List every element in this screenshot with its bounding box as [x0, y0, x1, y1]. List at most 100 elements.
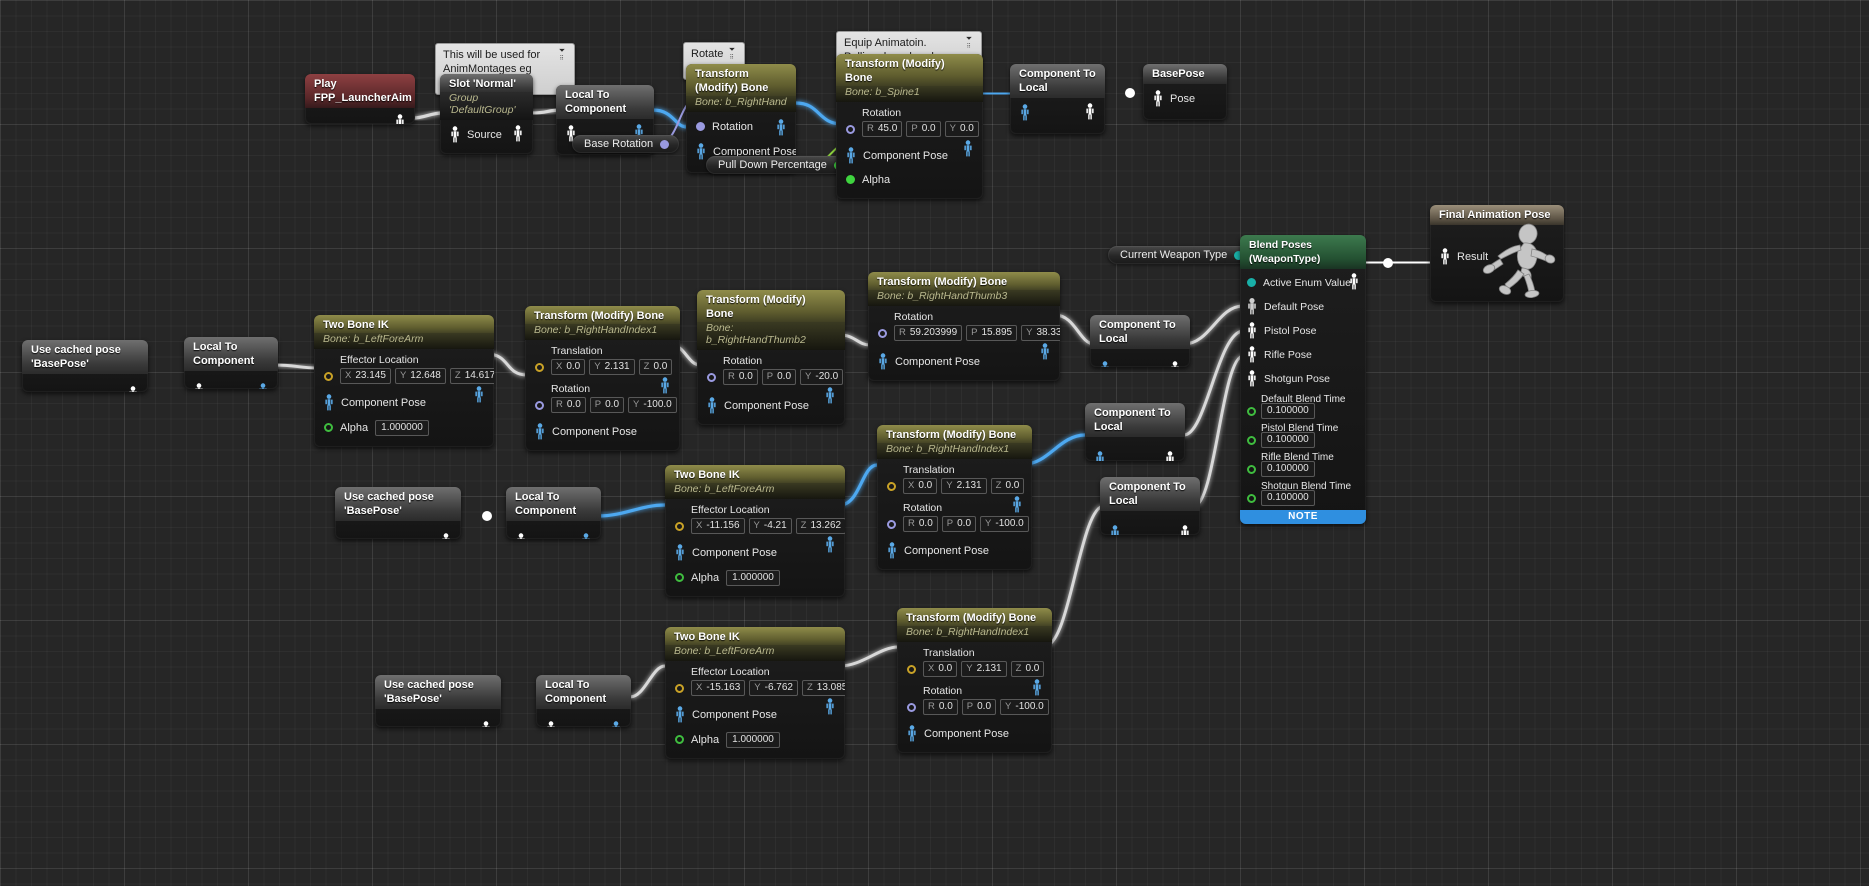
pin-row-component-pose[interactable]: Component Pose: [706, 396, 836, 415]
component-pose-input-pin[interactable]: [886, 542, 898, 559]
blend-time-field[interactable]: 0.100000: [1261, 403, 1315, 419]
pose-output-pin[interactable]: [512, 125, 524, 142]
translation-x-field[interactable]: X 0.0: [551, 359, 586, 375]
component-pose-input-pin[interactable]: [1109, 525, 1121, 535]
translation-z-field[interactable]: Z 0.0: [638, 359, 673, 375]
comment-pin-icon[interactable]: ⏷ ⠿: [724, 46, 740, 62]
pin-row-passthrough[interactable]: [1019, 103, 1096, 122]
node-component-to-local-b[interactable]: Component To Local: [1085, 403, 1185, 461]
translation-y-field[interactable]: Y 2.131: [941, 478, 987, 494]
alpha-input-pin[interactable]: [323, 422, 334, 433]
node-use-cached-pose-2[interactable]: Use cached pose 'BasePose': [335, 487, 461, 539]
pin-row-active-enum-value[interactable]: Active Enum Value: [1246, 273, 1360, 292]
pin-row-component-pose[interactable]: Component Pose: [674, 705, 836, 724]
blend-time-input-pin[interactable]: [1246, 464, 1257, 475]
pin-row-pose[interactable]: Pose: [1152, 89, 1218, 108]
effector-z-field[interactable]: Z 13.262: [795, 518, 845, 534]
node-blend-poses-weapontype[interactable]: Blend Poses (WeaponType) Active Enum Val…: [1240, 235, 1366, 524]
rotation-pitch-field[interactable]: P 0.0: [761, 369, 797, 385]
comment-pin-icon[interactable]: ⏷ ⠿: [961, 35, 977, 51]
rotation-fields[interactable]: R 45.0 P 0.0 Y 0.0: [862, 121, 979, 137]
rotation-fields[interactable]: R59.203999 P15.895 Y38.334: [894, 325, 1060, 341]
pin-row-component-pose[interactable]: Component Pose: [906, 724, 1043, 743]
pin-row-alpha[interactable]: Alpha 1.000000: [674, 730, 836, 749]
translation-z-field[interactable]: Z 0.0: [1010, 661, 1045, 677]
rotation-yaw-field[interactable]: Y -100.0: [628, 397, 677, 413]
node-transform-modify-bone-thumb2[interactable]: Transform (Modify) Bone Bone: b_RightHan…: [697, 290, 845, 425]
alpha-input-pin[interactable]: [674, 572, 685, 583]
pin-row-alpha[interactable]: Alpha 1.000000: [323, 418, 485, 437]
pose-input-pin[interactable]: [1246, 370, 1258, 387]
blend-time-group-rifle[interactable]: Rifle Blend Time 0.100000: [1246, 452, 1360, 477]
node-slot-normal[interactable]: Slot 'Normal' Group 'DefaultGroup' Sourc…: [440, 74, 533, 154]
effector-fields[interactable]: X 23.145 Y 12.648 Z 14.617: [340, 368, 494, 384]
translation-x-field[interactable]: X 0.0: [923, 661, 958, 677]
pin-row-rotation[interactable]: Rotation: [695, 117, 787, 136]
blend-time-group-pistol[interactable]: Pistol Blend Time 0.100000: [1246, 423, 1360, 448]
rotation-input-pin[interactable]: [845, 124, 856, 135]
node-two-bone-ik-2[interactable]: Two Bone IK Bone: b_LeftForeArm Effector…: [665, 465, 845, 597]
component-pose-input-pin[interactable]: [1099, 361, 1111, 367]
pose-input-pin[interactable]: [193, 383, 205, 389]
rotation-roll-field[interactable]: R 0.0: [723, 369, 758, 385]
pose-output-pin[interactable]: [440, 533, 452, 539]
rotation-input-pin[interactable]: [534, 400, 545, 411]
pin-row-default-pose[interactable]: Default Pose: [1246, 297, 1360, 316]
component-pose-input-pin[interactable]: [674, 544, 686, 561]
node-play-fpp-launcheraim[interactable]: Play FPP_LauncherAim: [305, 74, 415, 124]
translation-y-field[interactable]: Y 2.131: [589, 359, 635, 375]
rotation-pitch-field[interactable]: P 0.0: [906, 121, 941, 137]
rotation-pitch-field[interactable]: P 0.0: [941, 516, 977, 532]
pin-row-component-pose[interactable]: Component Pose: [886, 541, 1023, 560]
component-pose-input-pin[interactable]: [534, 423, 546, 440]
translation-input-pin[interactable]: [906, 664, 917, 675]
node-two-bone-ik-1[interactable]: Two Bone IK Bone: b_LeftForeArm Effector…: [314, 315, 494, 447]
component-pose-input-pin[interactable]: [906, 725, 918, 742]
pin-row-source[interactable]: Source: [449, 125, 524, 144]
node-transform-modify-bone-thumb3[interactable]: Transform (Modify) Bone Bone: b_RightHan…: [868, 272, 1060, 381]
component-pose-input-pin[interactable]: [323, 394, 335, 411]
enum-input-pin[interactable]: [1246, 277, 1257, 288]
comment-pin-icon[interactable]: ⏷ ⠿: [554, 47, 570, 63]
pin-row-component-pose[interactable]: Component Pose: [323, 393, 485, 412]
component-pose-input-pin[interactable]: [845, 147, 857, 164]
rotation-yaw-field[interactable]: Y 0.0: [944, 121, 979, 137]
blend-time-input-pin[interactable]: [1246, 493, 1257, 504]
effector-location-input-pin[interactable]: [674, 521, 685, 532]
node-transform-modify-bone-rhindex1-a[interactable]: Transform (Modify) Bone Bone: b_RightHan…: [525, 306, 680, 451]
translation-z-field[interactable]: Z 0.0: [990, 478, 1025, 494]
rotation-pitch-field[interactable]: P 0.0: [589, 397, 625, 413]
component-pose-input-pin[interactable]: [674, 706, 686, 723]
blend-time-group-default[interactable]: Default Blend Time 0.100000: [1246, 394, 1360, 419]
pose-input-pin[interactable]: [545, 721, 557, 727]
effector-x-field[interactable]: X 23.145: [340, 368, 391, 384]
component-pose-output-pin[interactable]: [775, 119, 787, 136]
rotation-roll-field[interactable]: R 0.0: [551, 397, 586, 413]
animgraph-canvas[interactable]: This will be used for AnimMontages eg sh…: [0, 0, 1869, 886]
alpha-input-pin[interactable]: [845, 174, 856, 185]
blend-time-group-shotgun[interactable]: Shotgun Blend Time 0.100000: [1246, 481, 1360, 506]
rotation-input-pin[interactable]: [906, 702, 917, 713]
rotation-pitch-field[interactable]: P 0.0: [961, 699, 997, 715]
translation-fields[interactable]: X 0.0 Y 2.131 Z 0.0: [551, 359, 673, 375]
effector-y-field[interactable]: Y -6.762: [749, 680, 798, 696]
node-local-to-component-1[interactable]: Local To Component: [184, 337, 278, 389]
translation-x-field[interactable]: X 0.0: [903, 478, 938, 494]
rotation-roll-field[interactable]: R 45.0: [862, 121, 903, 137]
pose-input-pin[interactable]: [1152, 90, 1164, 107]
effector-x-field[interactable]: X -15.163: [691, 680, 746, 696]
rotation-roll-field[interactable]: R 0.0: [923, 699, 958, 715]
blend-time-input-pin[interactable]: [1246, 406, 1257, 417]
rotation-fields[interactable]: R 0.0 P 0.0 Y -100.0: [903, 516, 1029, 532]
pin-row-rifle-pose[interactable]: Rifle Pose: [1246, 345, 1360, 364]
pin-row-component-pose[interactable]: Component Pose: [534, 422, 671, 441]
rotation-output-pin[interactable]: [659, 139, 670, 150]
node-use-cached-pose-1[interactable]: Use cached pose 'BasePose': [22, 340, 148, 392]
alpha-field[interactable]: 1.000000: [726, 569, 780, 586]
node-two-bone-ik-3[interactable]: Two Bone IK Bone: b_LeftForeArm Effector…: [665, 627, 845, 759]
rotation-fields[interactable]: R 0.0 P 0.0 Y -100.0: [923, 699, 1049, 715]
node-component-to-local-a[interactable]: Component To Local: [1090, 315, 1190, 367]
pin-row-shotgun-pose[interactable]: Shotgun Pose: [1246, 369, 1360, 388]
effector-y-field[interactable]: Y 12.648: [394, 368, 446, 384]
pill-base-rotation[interactable]: Base Rotation: [572, 135, 680, 153]
